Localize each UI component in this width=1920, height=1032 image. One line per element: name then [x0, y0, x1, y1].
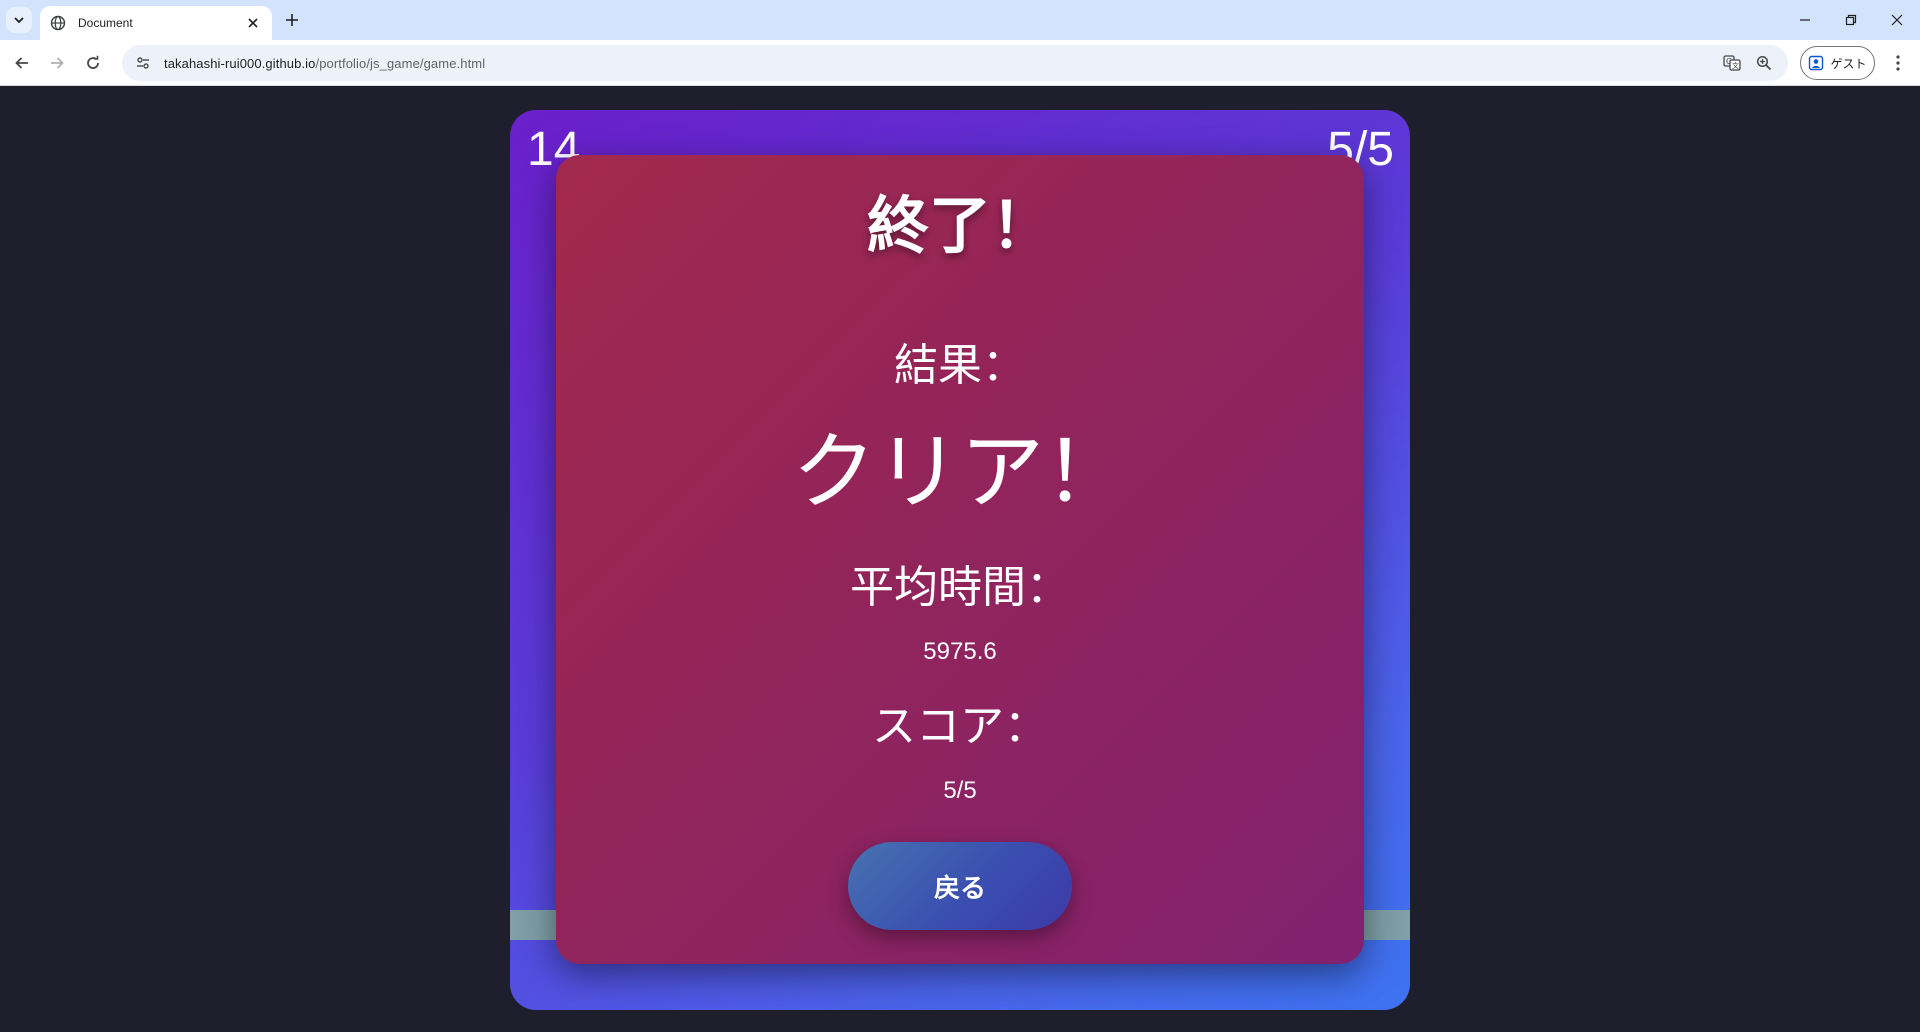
tab-title: Document [78, 16, 133, 30]
reload-icon [87, 55, 99, 69]
close-window-button[interactable] [1874, 0, 1920, 40]
tune-icon [137, 57, 149, 69]
close-icon [1891, 14, 1903, 26]
page-viewport: 14 5/5 終了！ 結果： クリア！ 平均時間： 5975.6 スコア： 5/… [0, 86, 1920, 1032]
address-bar[interactable]: takahashi-rui000.github.io/portfolio/js_… [122, 45, 1788, 81]
new-tab-button[interactable] [280, 8, 304, 32]
site-info-button[interactable] [128, 48, 158, 78]
kebab-menu-icon [1896, 55, 1900, 71]
restore-button[interactable] [1828, 0, 1874, 40]
chevron-down-icon [14, 17, 24, 24]
translate-button[interactable]: G文 [1718, 49, 1746, 77]
translate-icon: G文 [1723, 55, 1741, 71]
arrow-left-icon [15, 57, 28, 69]
svg-text:文: 文 [1732, 61, 1739, 70]
score-label: スコア： [872, 702, 1048, 751]
panel-title: 終了！ [866, 192, 1053, 261]
active-tab[interactable]: Document [40, 6, 272, 40]
average-time-label: 平均時間： [850, 563, 1070, 612]
plus-icon [286, 14, 298, 26]
globe-icon [50, 15, 66, 31]
browser-menu-button[interactable] [1884, 49, 1912, 77]
tab-strip: Document [0, 0, 1920, 40]
minimize-button[interactable] [1782, 0, 1828, 40]
url-text: takahashi-rui000.github.io/portfolio/js_… [164, 56, 485, 71]
score-value: 5/5 [943, 777, 977, 804]
close-icon[interactable] [244, 14, 262, 32]
url-host: takahashi-rui000.github.io [164, 55, 316, 71]
result-label: 結果： [894, 341, 1026, 390]
average-time-value: 5975.6 [923, 638, 997, 665]
result-modal: 終了！ 結果： クリア！ 平均時間： 5975.6 スコア： 5/5 戻る [556, 155, 1364, 964]
url-path: /portfolio/js_game/game.html [315, 55, 486, 71]
back-button[interactable] [8, 49, 36, 77]
arrow-right-icon [51, 57, 64, 69]
person-icon [1809, 55, 1824, 71]
minimize-icon [1800, 19, 1810, 21]
back-button[interactable]: 戻る [848, 842, 1072, 930]
zoom-button[interactable] [1750, 49, 1778, 77]
result-value: クリア！ [791, 425, 1128, 519]
forward-button[interactable] [43, 49, 71, 77]
tab-search-button[interactable] [6, 7, 32, 33]
reload-button[interactable] [79, 49, 107, 77]
zoom-in-icon [1756, 55, 1772, 71]
profile-button[interactable]: ゲスト [1800, 46, 1875, 80]
restore-icon [1845, 14, 1857, 26]
profile-label: ゲスト [1830, 56, 1867, 71]
browser-toolbar: takahashi-rui000.github.io/portfolio/js_… [0, 40, 1920, 86]
